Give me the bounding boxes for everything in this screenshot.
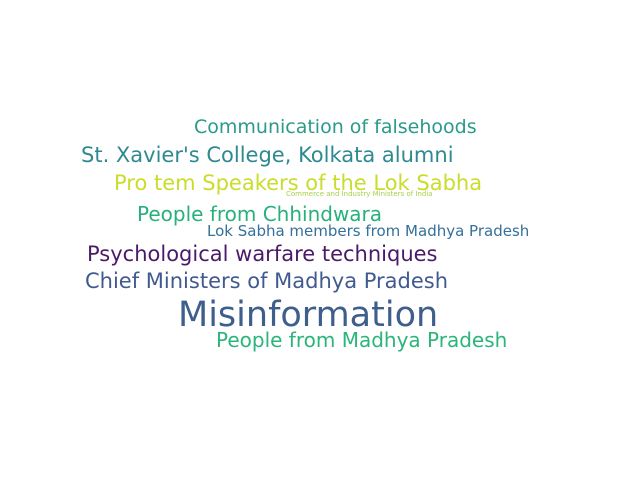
word-psychological-warfare-techniques: Psychological warfare techniques bbox=[87, 242, 438, 266]
word-st-xaviers-college-kolkata-alumni: St. Xavier's College, Kolkata alumni bbox=[81, 143, 454, 167]
word-communication-of-falsehoods: Communication of falsehoods bbox=[194, 116, 477, 138]
word-cloud: Communication of falsehoods St. Xavier's… bbox=[0, 0, 640, 480]
word-lok-sabha-members-from-madhya-pradesh: Lok Sabha members from Madhya Pradesh bbox=[207, 222, 530, 240]
word-people-from-chhindwara: People from Chhindwara bbox=[137, 202, 383, 226]
word-commerce-and-industry-ministers-of-india: Commerce and Industry Ministers of India bbox=[286, 190, 433, 198]
word-chief-ministers-of-madhya-pradesh: Chief Ministers of Madhya Pradesh bbox=[85, 269, 449, 293]
word-people-from-madhya-pradesh: People from Madhya Pradesh bbox=[216, 328, 508, 352]
